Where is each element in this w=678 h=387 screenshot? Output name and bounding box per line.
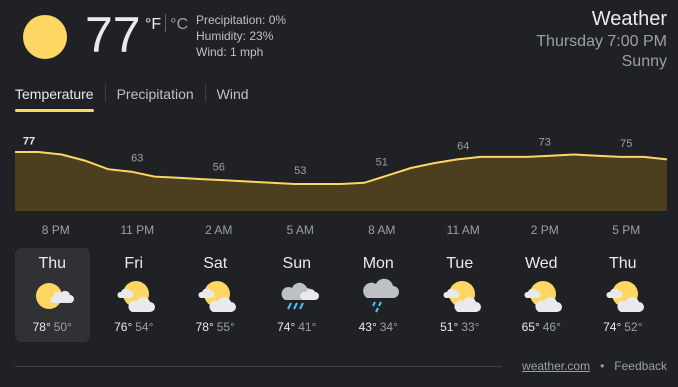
current-temperature: 77 <box>85 7 141 63</box>
chart-data-label: 64 <box>457 140 469 152</box>
partly-cloudy-icon <box>198 281 236 312</box>
forecast-day[interactable]: Mon 43° 34° <box>341 248 416 342</box>
tab-temperature[interactable]: Temperature <box>15 84 105 112</box>
forecast-day-name: Thu <box>38 255 67 272</box>
forecast-low: 50° <box>53 320 72 334</box>
humidity-text: Humidity: 23% <box>196 29 274 43</box>
weather-title: Weather <box>591 8 667 30</box>
forecast-day-name: Sat <box>203 255 228 272</box>
weather-com-link[interactable]: weather.com <box>522 359 590 373</box>
forecast-high: 78° <box>195 320 214 334</box>
temperature-chart: 77 8 PM 63 11 PM 56 2 AM 53 5 AM 51 8 AM 64 11 AM 73… <box>15 136 668 237</box>
thunderstorm-icon <box>281 282 319 310</box>
unit-divider <box>165 14 167 32</box>
forecast-day-name: Mon <box>362 255 394 272</box>
weather-details: Precipitation: 0% Humidity: 23% Wind: 1 … <box>196 12 286 60</box>
forecast-day-name: Thu <box>608 255 637 272</box>
forecast-temps: 65° 46° <box>504 320 579 334</box>
rain-icon <box>363 278 399 313</box>
chart-x-tick-label: 11 PM <box>120 223 154 237</box>
chart-data-label: 53 <box>294 165 306 177</box>
precipitation-text: Precipitation: 0% <box>196 13 287 27</box>
tab-wind[interactable]: Wind <box>206 84 260 110</box>
footer: weather.com • Feedback <box>522 359 667 373</box>
forecast-day[interactable]: Sun 74° 41° <box>260 248 335 342</box>
footer-divider <box>15 366 502 367</box>
forecast-high: 74° <box>603 320 622 334</box>
sun-cloud-icon <box>36 283 74 309</box>
daily-forecast: Thu 78° 50° Fri 76° 54° Sat 78° 55° Sun 74° 41° Mon 4… <box>15 248 667 344</box>
chart-x-tick-label: 2 PM <box>531 223 559 237</box>
forecast-high: 74° <box>277 320 296 334</box>
forecast-temps: 76° 54° <box>97 320 172 334</box>
tab-bar: Temperature Precipitation Wind <box>15 84 260 112</box>
chart-x-tick-label: 5 PM <box>612 223 640 237</box>
forecast-temps: 74° 52° <box>586 320 661 334</box>
tab-precipitation[interactable]: Precipitation <box>106 84 205 110</box>
forecast-day[interactable]: Sat 78° 55° <box>178 248 253 342</box>
forecast-day-name: Sun <box>282 255 311 272</box>
chart-data-label: 51 <box>376 156 388 168</box>
forecast-low: 33° <box>461 320 480 334</box>
chart-data-label: 63 <box>131 153 143 165</box>
forecast-day[interactable]: Thu 78° 50° <box>15 248 90 342</box>
forecast-day-name: Fri <box>124 255 144 272</box>
sun-icon <box>23 15 67 59</box>
unit-toggle: °F °C <box>145 14 188 35</box>
forecast-day[interactable]: Tue 51° 33° <box>423 248 498 342</box>
forecast-low: 54° <box>135 320 154 334</box>
forecast-low: 55° <box>216 320 235 334</box>
forecast-day[interactable]: Fri 76° 54° <box>97 248 172 342</box>
partly-cloudy-icon <box>524 281 562 312</box>
forecast-high: 51° <box>440 320 459 334</box>
forecast-high: 76° <box>114 320 133 334</box>
chart-data-label: 75 <box>620 138 632 150</box>
forecast-temps: 51° 33° <box>423 320 498 334</box>
chart-data-label: 77 <box>23 136 35 148</box>
chart-data-label: 56 <box>213 161 225 173</box>
forecast-temps: 78° 50° <box>15 320 90 334</box>
forecast-low: 41° <box>298 320 317 334</box>
forecast-day[interactable]: Wed 65° 46° <box>504 248 579 342</box>
forecast-day-name: Tue <box>446 255 474 272</box>
forecast-temps: 43° 34° <box>341 320 416 334</box>
forecast-low: 34° <box>379 320 398 334</box>
wind-text: Wind: 1 mph <box>196 45 264 59</box>
footer-separator: • <box>600 359 605 373</box>
forecast-low: 46° <box>542 320 561 334</box>
forecast-day[interactable]: Thu 74° 52° <box>586 248 661 342</box>
forecast-temps: 78° 55° <box>178 320 253 334</box>
date-time: Thursday 7:00 PM <box>536 33 667 50</box>
temperature-area <box>15 152 667 211</box>
forecast-day-name: Wed <box>524 255 558 272</box>
unit-fahrenheit-button[interactable]: °F <box>145 16 161 33</box>
condition-text: Sunny <box>621 53 667 70</box>
forecast-high: 43° <box>358 320 377 334</box>
chart-x-tick-label: 8 PM <box>42 223 70 237</box>
location-header: Weather Thursday 7:00 PM Sunny <box>536 6 667 72</box>
chart-x-tick-label: 11 AM <box>447 223 480 237</box>
partly-cloudy-icon <box>442 281 481 312</box>
partly-cloudy-icon <box>605 281 644 312</box>
partly-cloudy-icon <box>116 281 155 312</box>
forecast-low: 52° <box>624 320 643 334</box>
chart-data-label: 73 <box>539 137 551 149</box>
feedback-link[interactable]: Feedback <box>614 359 667 373</box>
forecast-temps: 74° 41° <box>260 320 335 334</box>
forecast-high: 78° <box>32 320 51 334</box>
unit-celsius-button[interactable]: °C <box>170 16 188 33</box>
chart-x-tick-label: 8 AM <box>368 223 395 237</box>
chart-x-tick-label: 5 AM <box>287 223 314 237</box>
forecast-high: 65° <box>521 320 540 334</box>
chart-x-tick-label: 2 AM <box>205 223 232 237</box>
